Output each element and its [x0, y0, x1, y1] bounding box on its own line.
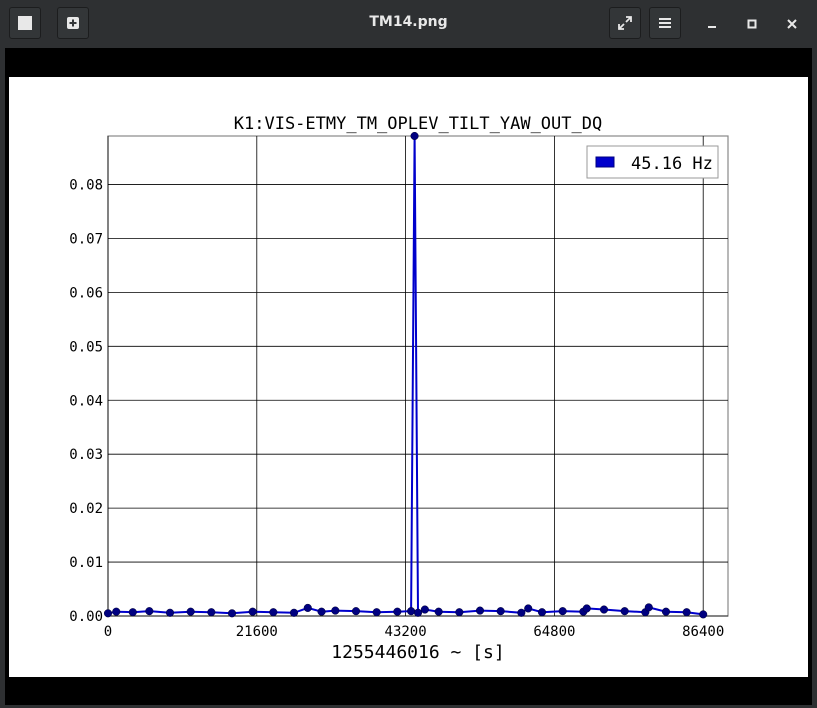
x-tick-label: 43200	[385, 624, 427, 640]
close-button[interactable]	[780, 12, 804, 36]
data-point	[145, 607, 154, 616]
y-tick-label: 0.07	[69, 231, 103, 247]
data-point	[413, 608, 423, 617]
data-point	[434, 607, 443, 616]
window-icon	[18, 16, 32, 30]
data-point	[682, 608, 691, 617]
x-tick-label: 86400	[682, 624, 724, 640]
data-point	[558, 607, 567, 616]
window-title: TM14.png	[369, 14, 448, 30]
data-point	[455, 608, 464, 617]
close-icon	[787, 19, 797, 29]
data-point	[128, 608, 137, 617]
displayed-image: 0 21600 43200 64800 86400 0.00 0.01 0.02 0.03 0.0…	[9, 77, 808, 677]
data-point	[699, 610, 708, 619]
data-point	[269, 608, 278, 617]
maximize-button[interactable]	[740, 12, 764, 36]
data-point	[537, 608, 547, 617]
y-tick-label: 0.06	[69, 285, 103, 301]
data-point	[407, 607, 416, 616]
legend: 45.16 Hz	[586, 145, 719, 179]
y-tick-label: 0.05	[69, 339, 103, 355]
data-point	[112, 607, 121, 616]
data-point	[331, 606, 340, 615]
data-point	[317, 607, 326, 616]
data-point	[496, 607, 505, 616]
hamburger-menu-icon	[659, 18, 671, 28]
title-bar: TM14.png	[0, 0, 817, 48]
chart-title: K1:VIS-ETMY_TM_OPLEV_TILT_YAW_OUT_DQ	[234, 114, 602, 134]
data-point	[103, 609, 113, 618]
new-window-button[interactable]	[9, 7, 41, 39]
minimize-icon	[708, 26, 716, 28]
x-tick-label: 21600	[236, 624, 278, 640]
add-button[interactable]	[57, 7, 89, 39]
menu-button[interactable]	[649, 7, 681, 39]
fullscreen-button[interactable]	[609, 7, 641, 39]
data-point	[372, 608, 381, 617]
fullscreen-icon	[618, 16, 632, 30]
add-icon	[67, 17, 79, 29]
x-tick-label: 64800	[533, 624, 575, 640]
data-point	[393, 607, 402, 616]
y-tick-label: 0.03	[69, 447, 103, 463]
legend-swatch	[595, 156, 615, 168]
data-point	[620, 607, 629, 616]
y-tick-label: 0.04	[69, 393, 103, 409]
data-point	[420, 605, 429, 614]
data-point	[351, 607, 361, 616]
data-point	[644, 603, 653, 612]
data-point	[582, 604, 591, 613]
x-tick-label: 0	[104, 624, 112, 640]
data-point	[186, 607, 195, 616]
data-point	[517, 608, 526, 617]
data-point	[661, 607, 671, 616]
data-point	[165, 608, 175, 617]
data-point	[207, 608, 216, 617]
y-tick-label: 0.08	[69, 178, 103, 194]
maximize-icon	[747, 19, 757, 29]
y-tick-label: 0.01	[69, 555, 103, 571]
data-point	[289, 608, 299, 617]
chart: 0 21600 43200 64800 86400 0.00 0.01 0.02 0.03 0.0…	[69, 114, 729, 663]
data-point	[524, 604, 533, 613]
y-tick-label: 0.00	[69, 609, 103, 625]
minimize-button[interactable]	[700, 12, 724, 36]
data-point	[227, 609, 237, 618]
y-tick-label: 0.02	[69, 501, 103, 517]
data-point	[475, 606, 485, 615]
x-axis-label: 1255446016 ~ [s]	[331, 642, 504, 663]
data-point	[303, 603, 312, 612]
data-point	[248, 607, 257, 616]
legend-label: 45.16 Hz	[631, 154, 713, 174]
data-point	[599, 605, 609, 614]
